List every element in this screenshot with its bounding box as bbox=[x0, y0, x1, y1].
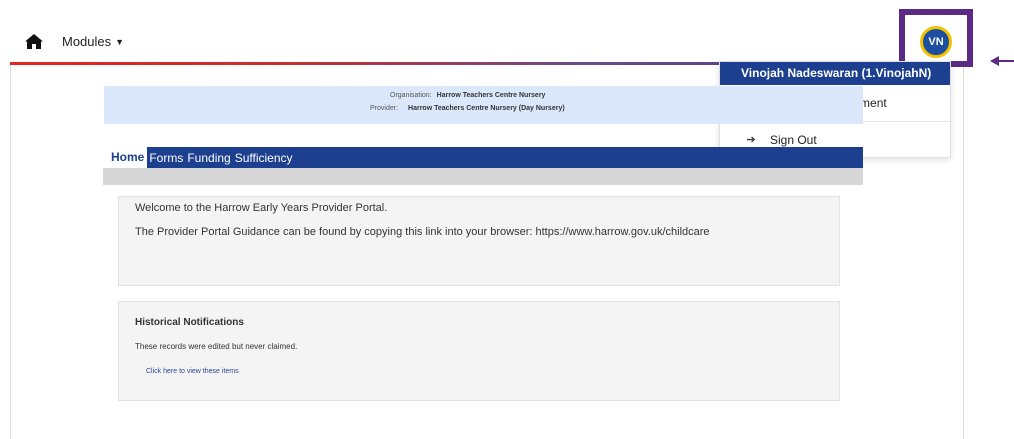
organisation-row: Organisation: Harrow Teachers Centre Nurs… bbox=[390, 92, 545, 99]
notifications-text: These records were edited but never clai… bbox=[135, 342, 298, 351]
guidance-text: The Provider Portal Guidance can be foun… bbox=[135, 226, 710, 238]
provider-label: Provider: bbox=[370, 105, 399, 112]
modules-menu[interactable]: Modules ▼ bbox=[62, 34, 124, 49]
sub-nav-bar bbox=[103, 168, 863, 185]
notifications-title: Historical Notifications bbox=[135, 317, 244, 328]
modules-label: Modules bbox=[62, 34, 112, 49]
organisation-label: Organisation: bbox=[390, 92, 432, 99]
home-icon[interactable] bbox=[25, 34, 43, 49]
tab-forms[interactable]: Forms bbox=[147, 151, 185, 165]
organisation-value: Harrow Teachers Centre Nursery bbox=[436, 92, 546, 99]
sign-out-label: Sign Out bbox=[770, 132, 817, 147]
notifications-panel: Historical Notifications These records w… bbox=[118, 301, 840, 401]
top-bar bbox=[10, 20, 964, 64]
provider-value: Harrow Teachers Centre Nursery (Day Nurs… bbox=[408, 105, 565, 112]
tab-sufficiency[interactable]: Sufficiency bbox=[233, 151, 295, 165]
welcome-text: Welcome to the Harrow Early Years Provid… bbox=[135, 202, 388, 214]
sign-out-icon: ➔ bbox=[746, 134, 756, 146]
main-nav: Home Forms Funding Sufficiency bbox=[103, 147, 863, 168]
welcome-panel: Welcome to the Harrow Early Years Provid… bbox=[118, 196, 840, 286]
dropdown-user-name: Vinojah Nadeswaran (1.VinojahN) bbox=[720, 62, 950, 85]
chevron-down-icon: ▼ bbox=[115, 37, 125, 47]
arrow-left-icon bbox=[990, 56, 1014, 66]
tab-funding[interactable]: Funding bbox=[185, 151, 232, 165]
provider-row: Provider: Harrow Teachers Centre Nursery … bbox=[370, 105, 565, 112]
view-items-link[interactable]: Click here to view these items bbox=[146, 368, 239, 375]
tab-home[interactable]: Home bbox=[103, 147, 148, 168]
organisation-banner: Organisation: Harrow Teachers Centre Nurs… bbox=[104, 86, 863, 124]
avatar-initials: VN bbox=[928, 36, 944, 48]
user-avatar[interactable]: VN bbox=[920, 26, 952, 58]
